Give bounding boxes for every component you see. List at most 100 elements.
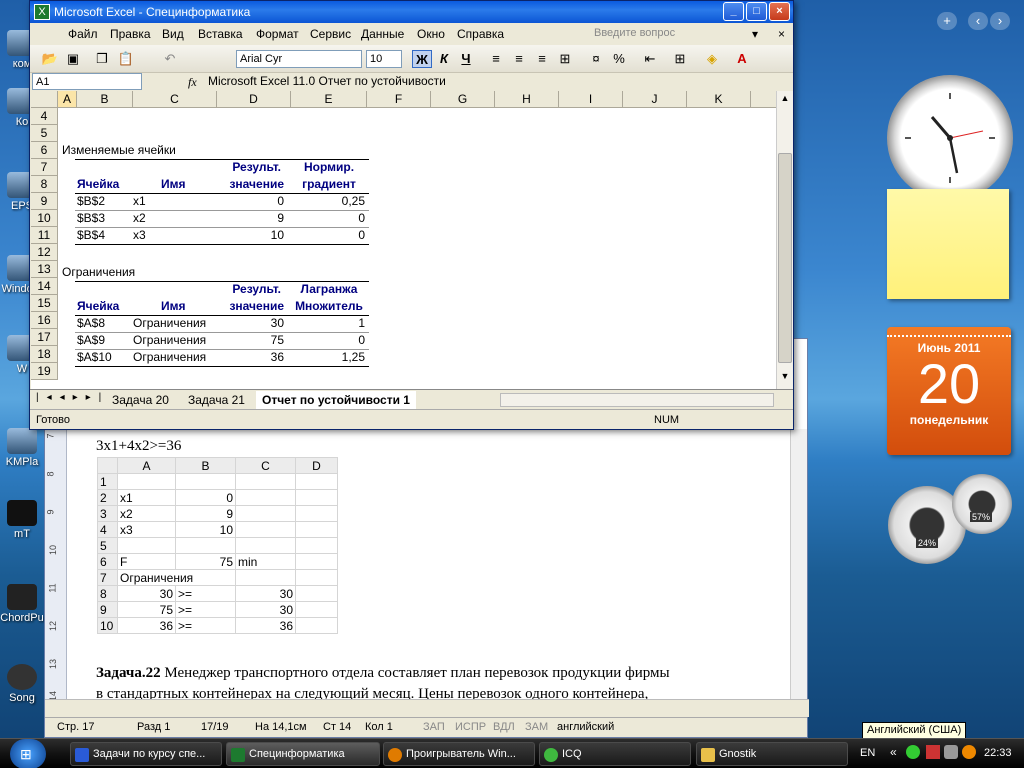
menu-insert[interactable]: Вставка <box>198 27 243 41</box>
row-header[interactable]: 4 <box>31 108 58 125</box>
excel-horizontal-scrollbar[interactable] <box>500 393 774 407</box>
fill-color-icon[interactable]: ◈ <box>702 50 722 68</box>
percent-button[interactable]: % <box>609 50 629 68</box>
font-color-icon[interactable]: A <box>732 50 752 68</box>
var-value[interactable]: 9 <box>217 210 284 227</box>
minimize-button[interactable]: _ <box>723 2 744 21</box>
word-horizontal-scrollbar[interactable] <box>45 699 809 717</box>
help-search-input[interactable]: Введите вопрос <box>594 27 675 39</box>
menu-data[interactable]: Данные <box>361 27 404 41</box>
worksheet-grid[interactable]: A B C D E F G H I J K 4 5 6 7 8 9 10 11 … <box>31 91 777 389</box>
row-header[interactable]: 16 <box>31 312 58 329</box>
memory-gauge[interactable]: 57% <box>952 474 1012 534</box>
var-cell[interactable]: $B$4 <box>77 227 105 244</box>
var-name[interactable]: x2 <box>133 210 146 227</box>
document-close-icon[interactable]: × <box>778 27 785 41</box>
notes-gadget[interactable] <box>887 189 1009 299</box>
row-header[interactable]: 9 <box>31 193 58 210</box>
var-gradient[interactable]: 0,25 <box>291 193 365 210</box>
paste-icon[interactable]: 📋 <box>116 50 136 68</box>
col-header-a[interactable]: A <box>58 91 77 108</box>
row-header[interactable]: 13 <box>31 261 58 278</box>
menu-edit[interactable]: Правка <box>110 27 151 41</box>
tab-stability-report[interactable]: Отчет по устойчивости 1 <box>256 391 416 409</box>
sidebar-add-button[interactable]: + <box>937 12 957 30</box>
taskbar-item-word[interactable]: Задачи по курсу спе... <box>70 742 222 766</box>
row-header[interactable]: 5 <box>31 125 58 142</box>
constraint-multiplier[interactable]: 0 <box>291 332 365 349</box>
row-header[interactable]: 14 <box>31 278 58 295</box>
status-trk[interactable]: ИСПР <box>455 721 486 733</box>
constraint-cell[interactable]: $A$10 <box>77 349 112 366</box>
taskbar-item-media-player[interactable]: Проигрыватель Win... <box>383 742 535 766</box>
tray-icon[interactable] <box>944 745 958 759</box>
status-ovr[interactable]: ЗАМ <box>525 721 548 733</box>
sidebar-next-button[interactable]: › <box>990 12 1010 30</box>
borders-icon[interactable]: ⊞ <box>670 50 690 68</box>
row-header[interactable]: 8 <box>31 176 58 193</box>
menu-view[interactable]: Вид <box>162 27 184 41</box>
tray-icon[interactable] <box>926 745 940 759</box>
scroll-down-icon[interactable]: ▼ <box>778 371 792 385</box>
desktop-icon-mt[interactable]: mT <box>0 500 44 540</box>
font-name-select[interactable]: Arial Cyr <box>236 50 362 68</box>
align-right-icon[interactable]: ≡ <box>532 50 552 68</box>
var-value[interactable]: 10 <box>217 227 284 244</box>
row-header[interactable]: 15 <box>31 295 58 312</box>
var-name[interactable]: x3 <box>133 227 146 244</box>
constraint-value[interactable]: 36 <box>217 349 284 366</box>
row-header[interactable]: 18 <box>31 346 58 363</box>
constraint-value[interactable]: 30 <box>217 315 284 332</box>
scroll-thumb[interactable] <box>778 153 792 363</box>
menu-dropdown-icon[interactable]: ▾ <box>752 27 758 41</box>
status-ext[interactable]: ВДЛ <box>493 721 515 733</box>
header-result-2[interactable]: значение <box>217 176 284 193</box>
row-header[interactable]: 6 <box>31 142 58 159</box>
align-center-icon[interactable]: ≡ <box>509 50 529 68</box>
taskbar-item-excel[interactable]: Специнформатика <box>226 742 380 766</box>
calendar-gadget[interactable]: Июнь 2011 20 понедельник <box>887 327 1011 455</box>
formula-input[interactable]: Microsoft Excel 11.0 Отчет по устойчивос… <box>208 74 446 88</box>
save-icon[interactable]: ▣ <box>63 50 83 68</box>
col-header-c[interactable]: C <box>133 91 217 108</box>
row-header[interactable]: 11 <box>31 227 58 244</box>
close-button[interactable]: × <box>769 2 790 21</box>
tray-icq-icon[interactable] <box>906 745 920 759</box>
start-button[interactable]: ⊞ <box>10 739 46 768</box>
merge-center-icon[interactable]: ⊞ <box>555 50 575 68</box>
select-all-corner[interactable] <box>31 91 58 108</box>
tab-task-20[interactable]: Задача 20 <box>106 391 175 409</box>
copy-icon[interactable]: ❐ <box>92 50 112 68</box>
header-result-1[interactable]: Результ. <box>217 159 281 176</box>
var-name[interactable]: x1 <box>133 193 146 210</box>
menu-help[interactable]: Справка <box>457 27 504 41</box>
excel-app-icon[interactable]: X <box>34 4 50 20</box>
constraint-cell[interactable]: $A$8 <box>77 315 105 332</box>
header-name[interactable]: Имя <box>161 298 186 315</box>
header-cell[interactable]: Ячейка <box>77 298 119 315</box>
status-rec[interactable]: ЗАП <box>423 721 445 733</box>
col-header-j[interactable]: J <box>623 91 687 108</box>
constraint-name[interactable]: Ограничения <box>133 332 206 349</box>
col-header-b[interactable]: B <box>77 91 133 108</box>
constraint-multiplier[interactable]: 1 <box>291 315 365 332</box>
tray-icon[interactable] <box>962 745 976 759</box>
taskbar-item-icq[interactable]: ICQ <box>539 742 691 766</box>
menu-tools[interactable]: Сервис <box>310 27 351 41</box>
sidebar-prev-button[interactable]: ‹ <box>968 12 988 30</box>
constraint-name[interactable]: Ограничения <box>133 349 206 366</box>
constraint-value[interactable]: 75 <box>217 332 284 349</box>
var-cell[interactable]: $B$2 <box>77 193 105 210</box>
maximize-button[interactable]: □ <box>746 2 767 21</box>
var-gradient[interactable]: 0 <box>291 210 365 227</box>
desktop-icon-song[interactable]: Song <box>0 664 44 704</box>
row-header[interactable]: 10 <box>31 210 58 227</box>
header-cell[interactable]: Ячейка <box>77 176 119 193</box>
word-vertical-scrollbar[interactable] <box>790 429 807 709</box>
col-header-h[interactable]: H <box>495 91 559 108</box>
row-header[interactable]: 17 <box>31 329 58 346</box>
excel-window[interactable]: X Microsoft Excel - Специнформатика _ □ … <box>29 0 794 430</box>
header-norm-2[interactable]: градиент <box>291 176 367 193</box>
section-title-variables[interactable]: Изменяемые ячейки <box>62 142 176 159</box>
taskbar-item-gnostik[interactable]: Gnostik <box>696 742 848 766</box>
